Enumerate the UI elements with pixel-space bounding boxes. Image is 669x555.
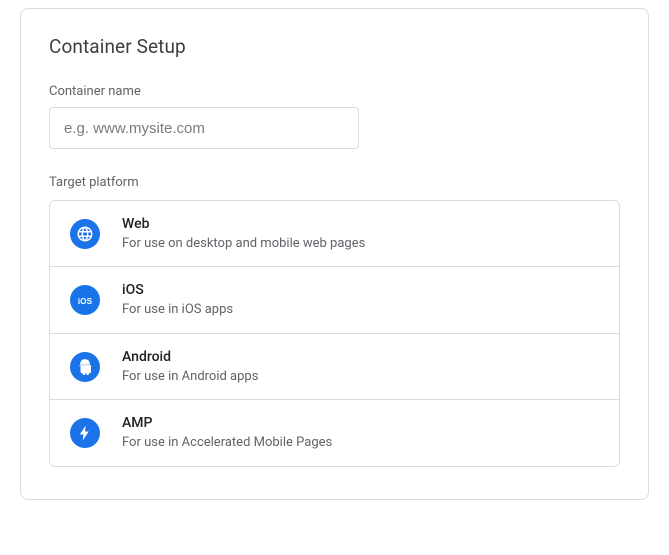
platform-option-android[interactable]: Android For use in Android apps	[50, 333, 619, 399]
platform-option-desc: For use in Android apps	[122, 368, 258, 386]
platform-option-title: iOS	[122, 281, 233, 300]
android-icon	[70, 352, 100, 382]
platform-options: Web For use on desktop and mobile web pa…	[49, 200, 620, 467]
platform-option-web[interactable]: Web For use on desktop and mobile web pa…	[50, 201, 619, 266]
platform-option-title: Web	[122, 215, 365, 234]
amp-icon	[70, 418, 100, 448]
platform-option-amp[interactable]: AMP For use in Accelerated Mobile Pages	[50, 399, 619, 465]
platform-option-desc: For use in Accelerated Mobile Pages	[122, 434, 332, 452]
container-name-label: Container name	[49, 84, 620, 99]
container-name-input[interactable]	[49, 107, 359, 149]
svg-text:iOS: iOS	[78, 297, 93, 306]
platform-option-title: AMP	[122, 414, 332, 433]
page-title: Container Setup	[49, 35, 620, 58]
platform-option-desc: For use on desktop and mobile web pages	[122, 235, 365, 253]
platform-option-desc: For use in iOS apps	[122, 301, 233, 319]
web-icon	[70, 219, 100, 249]
target-platform-label: Target platform	[49, 175, 620, 190]
ios-icon: iOS	[70, 285, 100, 315]
container-setup-card: Container Setup Container name Target pl…	[20, 8, 649, 500]
platform-option-ios[interactable]: iOS iOS For use in iOS apps	[50, 266, 619, 332]
platform-option-title: Android	[122, 348, 258, 367]
